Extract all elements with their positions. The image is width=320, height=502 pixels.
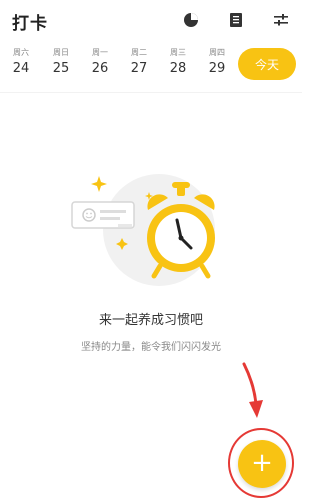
day-number: 29 bbox=[208, 61, 226, 76]
day-of-week: 周一 bbox=[92, 48, 108, 57]
day-of-week: 周日 bbox=[53, 48, 69, 57]
day-of-week: 周六 bbox=[13, 48, 29, 57]
alarm-clock-illustration bbox=[71, 174, 215, 286]
day-item[interactable]: 周二 27 bbox=[124, 48, 154, 78]
divider bbox=[0, 92, 302, 93]
today-button[interactable]: 今天 bbox=[238, 48, 296, 80]
empty-state-title: 来一起养成习惯吧 bbox=[98, 313, 203, 328]
page-title: 打卡 bbox=[12, 14, 48, 34]
day-of-week: 周二 bbox=[131, 48, 147, 57]
pie-chart-icon[interactable] bbox=[181, 10, 201, 30]
day-number: 28 bbox=[169, 61, 187, 76]
day-item[interactable]: 周三 28 bbox=[163, 48, 193, 78]
plus-icon: + bbox=[251, 448, 273, 478]
day-number: 26 bbox=[91, 61, 109, 76]
day-item[interactable]: 周六 24 bbox=[6, 48, 36, 78]
add-habit-button[interactable]: + bbox=[238, 440, 286, 488]
app-header: 打卡 bbox=[0, 0, 302, 40]
day-number: 24 bbox=[12, 61, 30, 76]
day-of-week: 周四 bbox=[209, 48, 225, 57]
book-icon[interactable] bbox=[226, 10, 246, 30]
day-item[interactable]: 周日 25 bbox=[46, 48, 76, 78]
day-item[interactable]: 周四 29 bbox=[202, 48, 232, 78]
day-number: 27 bbox=[130, 61, 148, 76]
day-of-week: 周三 bbox=[170, 48, 186, 57]
day-item[interactable]: 周一 26 bbox=[85, 48, 115, 78]
empty-state-subtitle: 坚持的力量，能令我们闪闪发光 bbox=[81, 342, 221, 353]
day-number: 25 bbox=[52, 61, 70, 76]
sliders-icon[interactable] bbox=[271, 10, 291, 30]
annotation-arrow bbox=[242, 362, 263, 418]
